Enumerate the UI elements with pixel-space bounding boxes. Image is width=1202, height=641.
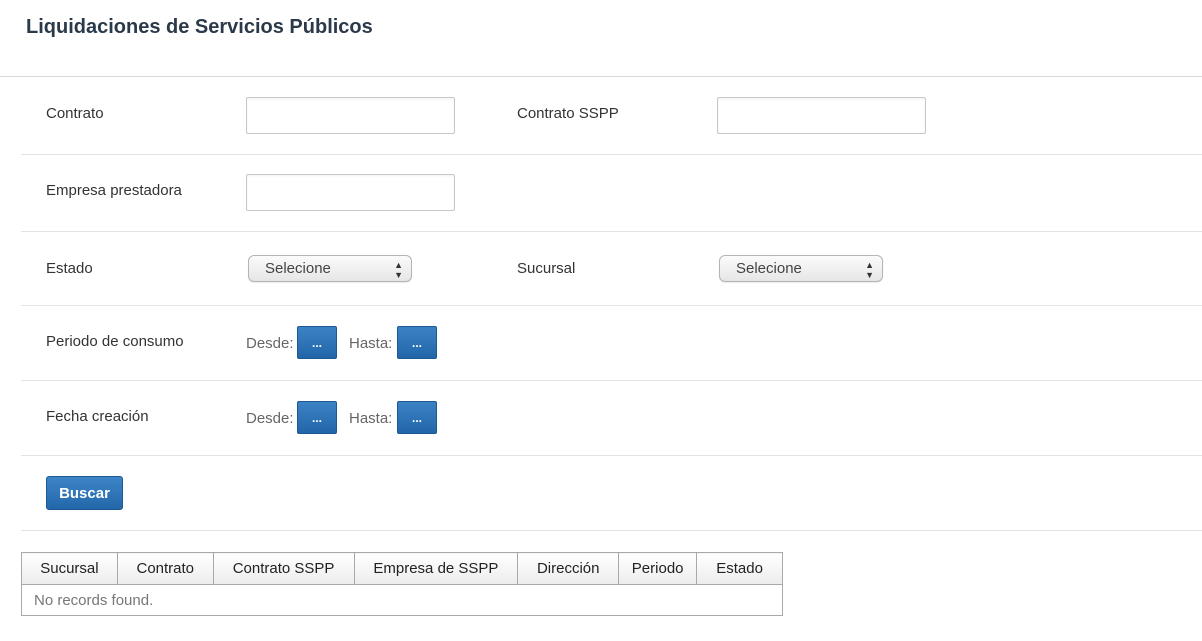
filter-row-actions [21,456,1202,531]
column-header-periodo[interactable]: Periodo [618,552,698,585]
filter-row-empresa [21,155,1202,232]
updown-arrows-icon: ▲ ▼ [865,260,874,280]
contrato-label: Contrato [46,105,104,122]
column-header-empresa[interactable]: Empresa de SSPP [354,552,519,585]
column-header-sucursal[interactable]: Sucursal [21,552,118,585]
contrato-input[interactable] [246,97,455,134]
filter-row-fecha [21,381,1202,456]
results-table: Sucursal Contrato Contrato SSPP Empresa … [21,552,783,616]
fecha-label: Fecha creación [46,408,149,425]
column-header-contrato-sspp[interactable]: Contrato SSPP [213,552,355,585]
column-header-estado[interactable]: Estado [696,552,783,585]
column-header-direccion[interactable]: Dirección [517,552,620,585]
periodo-label: Periodo de consumo [46,333,184,350]
fecha-hasta-button[interactable]: ... [397,401,437,434]
contrato-sspp-input[interactable] [717,97,926,134]
column-header-contrato[interactable]: Contrato [117,552,214,585]
filter-row-estado [21,232,1202,306]
sucursal-label: Sucursal [517,260,576,277]
estado-label: Estado [46,260,93,277]
table-row: No records found. [22,585,783,616]
fecha-desde-button[interactable]: ... [297,401,337,434]
search-button[interactable]: Buscar [46,476,123,510]
estado-select[interactable]: Selecione ▲ ▼ [248,255,412,282]
filter-row-periodo [21,306,1202,381]
periodo-hasta-label: Hasta: [349,335,393,352]
table-header-row: Sucursal Contrato Contrato SSPP Empresa … [21,552,783,585]
sucursal-select-value: Selecione [736,260,802,277]
periodo-desde-label: Desde: [246,335,294,352]
updown-arrows-icon: ▲ ▼ [394,260,403,280]
page-title: Liquidaciones de Servicios Públicos [26,16,373,38]
sucursal-select[interactable]: Selecione ▲ ▼ [719,255,883,282]
estado-select-value: Selecione [265,260,331,277]
empresa-input[interactable] [246,174,455,211]
periodo-desde-button[interactable]: ... [297,326,337,359]
empty-message: No records found. [34,591,154,609]
fecha-desde-label: Desde: [246,410,294,427]
periodo-hasta-button[interactable]: ... [397,326,437,359]
contrato-sspp-label: Contrato SSPP [517,105,619,122]
fecha-hasta-label: Hasta: [349,410,393,427]
empresa-label: Empresa prestadora [46,182,182,199]
